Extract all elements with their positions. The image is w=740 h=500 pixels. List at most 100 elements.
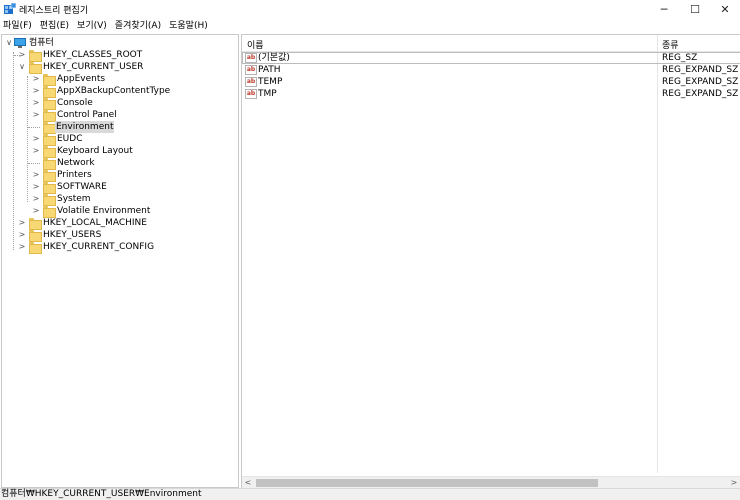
folder-icon: [29, 230, 42, 242]
string-value-icon: ab: [245, 65, 257, 75]
tree-label: HKEY_CURRENT_USER: [43, 62, 144, 72]
maximize-button[interactable]: ☐: [679, 0, 711, 19]
collapse-chevron-icon[interactable]: ∨: [5, 37, 13, 49]
collapse-chevron-icon[interactable]: ∨: [18, 61, 26, 73]
tree-node-appevents[interactable]: > AppEvents: [2, 73, 238, 86]
column-header-name[interactable]: 이름: [247, 38, 264, 51]
string-value-icon: ab: [245, 89, 257, 99]
tree-node-appxbackupcontenttype[interactable]: > AppXBackupContentType: [2, 85, 238, 98]
folder-icon: [29, 242, 42, 254]
expand-chevron-icon[interactable]: >: [32, 133, 40, 145]
tree-label: Control Panel: [57, 110, 117, 120]
list-header: 이름 종류: [242, 35, 740, 52]
expand-chevron-icon[interactable]: >: [32, 193, 40, 205]
tree-node-hkey-current-config[interactable]: > HKEY_CURRENT_CONFIG: [2, 241, 238, 254]
value-type: REG_EXPAND_SZ: [662, 65, 739, 75]
folder-icon: [43, 74, 56, 86]
list-row[interactable]: ab TEMP REG_EXPAND_SZ: [242, 76, 740, 88]
tree-node-hkey-classes-root[interactable]: > HKEY_CLASSES_ROOT: [2, 49, 238, 62]
tree-node-console[interactable]: > Console: [2, 97, 238, 110]
expand-chevron-icon[interactable]: >: [18, 229, 26, 241]
tree-label: EUDC: [57, 134, 83, 144]
expand-chevron-icon[interactable]: >: [32, 205, 40, 217]
tree-label: HKEY_LOCAL_MACHINE: [43, 218, 147, 228]
scroll-right-arrow-icon[interactable]: >: [728, 477, 740, 488]
computer-icon: [14, 38, 26, 48]
list-row[interactable]: ab PATH REG_EXPAND_SZ: [242, 64, 740, 76]
tree-node-system[interactable]: > System: [2, 193, 238, 206]
string-value-icon: ab: [245, 53, 257, 63]
folder-icon: [43, 158, 56, 170]
folder-icon: [43, 194, 56, 206]
tree-node-printers[interactable]: > Printers: [2, 169, 238, 182]
window-title: 레지스트리 편집기: [19, 6, 89, 16]
tree-node-hkey-users[interactable]: > HKEY_USERS: [2, 229, 238, 242]
tree-label: Network: [57, 158, 95, 168]
tree-label: HKEY_CLASSES_ROOT: [43, 50, 143, 60]
scroll-thumb[interactable]: [256, 479, 598, 487]
tree-node-environment[interactable]: Environment: [2, 121, 238, 134]
menu-bar: 파일(F) 편집(E) 보기(V) 즐겨찾기(A) 도움말(H): [0, 19, 740, 33]
tree-label-selected: Environment: [55, 121, 115, 133]
tree-label: 컴퓨터: [29, 38, 54, 48]
expand-chevron-icon[interactable]: >: [32, 109, 40, 121]
registry-tree[interactable]: ∨ 컴퓨터 > HKEY_CLASSES_ROOT ∨ HKEY_CURRENT…: [1, 34, 239, 488]
tree-label: HKEY_USERS: [43, 230, 102, 240]
scroll-left-arrow-icon[interactable]: <: [242, 477, 254, 488]
tree-label: Keyboard Layout: [57, 146, 133, 156]
folder-icon: [43, 98, 56, 110]
menu-file[interactable]: 파일(F): [0, 19, 36, 33]
menu-favorites[interactable]: 즐겨찾기(A): [111, 19, 165, 33]
value-type: REG_SZ: [662, 53, 698, 63]
tree-node-volatile-environment[interactable]: > Volatile Environment: [2, 205, 238, 218]
close-button[interactable]: ✕: [709, 0, 740, 19]
tree-node-control-panel[interactable]: > Control Panel: [2, 109, 238, 122]
tree-label: AppXBackupContentType: [57, 86, 171, 96]
tree-node-software[interactable]: > SOFTWARE: [2, 181, 238, 194]
tree-node-network[interactable]: Network: [2, 157, 238, 170]
string-value-icon: ab: [245, 77, 257, 87]
expand-chevron-icon[interactable]: >: [32, 145, 40, 157]
tree-label: Console: [57, 98, 93, 108]
tree-label: HKEY_CURRENT_CONFIG: [43, 242, 155, 252]
expand-chevron-icon[interactable]: >: [32, 97, 40, 109]
folder-icon: [29, 218, 42, 230]
expand-chevron-icon[interactable]: >: [18, 241, 26, 253]
folder-icon: [29, 50, 42, 62]
value-name: (기본값): [258, 53, 290, 63]
expand-chevron-icon[interactable]: >: [32, 85, 40, 97]
folder-icon: [43, 146, 56, 158]
expand-chevron-icon[interactable]: >: [32, 181, 40, 193]
tree-node-hkey-local-machine[interactable]: > HKEY_LOCAL_MACHINE: [2, 217, 238, 230]
tree-node-eudc[interactable]: > EUDC: [2, 133, 238, 146]
minimize-button[interactable]: ─: [648, 0, 680, 19]
registry-editor-icon: [4, 3, 16, 14]
folder-icon: [43, 182, 56, 194]
list-row[interactable]: ab (기본값) REG_SZ: [242, 52, 740, 64]
tree-node-keyboard-layout[interactable]: > Keyboard Layout: [2, 145, 238, 158]
value-name: PATH: [258, 65, 281, 75]
column-header-type[interactable]: 종류: [662, 38, 679, 51]
expand-chevron-icon[interactable]: >: [18, 217, 26, 229]
menu-edit[interactable]: 편집(E): [36, 19, 73, 33]
value-type: REG_EXPAND_SZ: [662, 89, 739, 99]
horizontal-scrollbar[interactable]: < >: [242, 476, 740, 488]
menu-help[interactable]: 도움말(H): [165, 19, 212, 33]
expand-chevron-icon[interactable]: >: [32, 73, 40, 85]
tree-label: SOFTWARE: [57, 182, 107, 192]
tree-node-computer[interactable]: ∨ 컴퓨터: [2, 37, 238, 49]
column-divider[interactable]: [657, 35, 658, 473]
folder-icon: [43, 86, 56, 98]
status-path: 컴퓨터₩HKEY_CURRENT_USER₩Environment: [1, 489, 202, 499]
title-bar: 레지스트리 편집기 ─ ☐ ✕: [0, 0, 740, 19]
value-name: TEMP: [258, 77, 283, 87]
status-bar: 컴퓨터₩HKEY_CURRENT_USER₩Environment: [0, 488, 740, 500]
tree-label: System: [57, 194, 91, 204]
expand-chevron-icon[interactable]: >: [32, 169, 40, 181]
folder-icon: [43, 122, 56, 134]
tree-label: Printers: [57, 170, 92, 180]
menu-view[interactable]: 보기(V): [73, 19, 111, 33]
list-row[interactable]: ab TMP REG_EXPAND_SZ: [242, 88, 740, 100]
values-list[interactable]: 이름 종류 ab (기본값) REG_SZ ab PATH REG_EXPAND…: [241, 34, 740, 488]
tree-node-hkey-current-user[interactable]: ∨ HKEY_CURRENT_USER: [2, 61, 238, 74]
